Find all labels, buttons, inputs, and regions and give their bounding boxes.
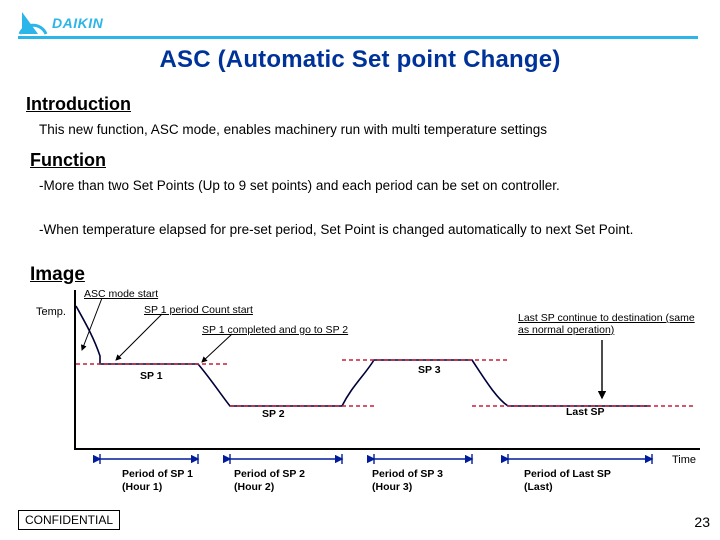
annot-sp1-complete: SP 1 completed and go to SP 2 — [202, 324, 348, 336]
intro-text: This new function, ASC mode, enables mac… — [39, 122, 690, 137]
period-3-label: Period of SP 3(Hour 3) — [372, 468, 443, 494]
sp1-label: SP 1 — [140, 370, 163, 382]
logo-mark-icon — [18, 10, 48, 36]
sp2-label: SP 2 — [262, 408, 285, 420]
heading-image: Image — [30, 264, 85, 286]
brand-name: DAIKIN — [52, 15, 103, 31]
page-title: ASC (Automatic Set point Change) — [0, 46, 720, 74]
arrow-sp1-done — [202, 334, 232, 362]
page-number: 23 — [694, 514, 710, 530]
confidential-badge: CONFIDENTIAL — [18, 510, 120, 530]
slide: DAIKIN ASC (Automatic Set point Change) … — [0, 0, 720, 540]
divider — [18, 36, 698, 39]
function-text-1: -More than two Set Points (Up to 9 set p… — [39, 178, 690, 195]
heading-introduction: Introduction — [26, 94, 131, 115]
annot-asc-start: ASC mode start — [84, 288, 158, 300]
function-text-2: -When temperature elapsed for pre-set pe… — [39, 222, 690, 239]
annot-last-continue: Last SP continue to destination (same as… — [518, 312, 708, 336]
heading-function: Function — [30, 150, 106, 171]
asc-diagram: Temp. Time — [40, 290, 700, 490]
arrow-count-start — [116, 314, 162, 360]
brand-logo: DAIKIN — [18, 10, 103, 36]
period-2-label: Period of SP 2(Hour 2) — [234, 468, 305, 494]
period-1-label: Period of SP 1(Hour 1) — [122, 468, 193, 494]
annot-count-start: SP 1 period Count start — [144, 304, 253, 316]
last-sp-label: Last SP — [566, 406, 605, 418]
period-last-label: Period of Last SP(Last) — [524, 468, 611, 494]
sp3-label: SP 3 — [418, 364, 441, 376]
